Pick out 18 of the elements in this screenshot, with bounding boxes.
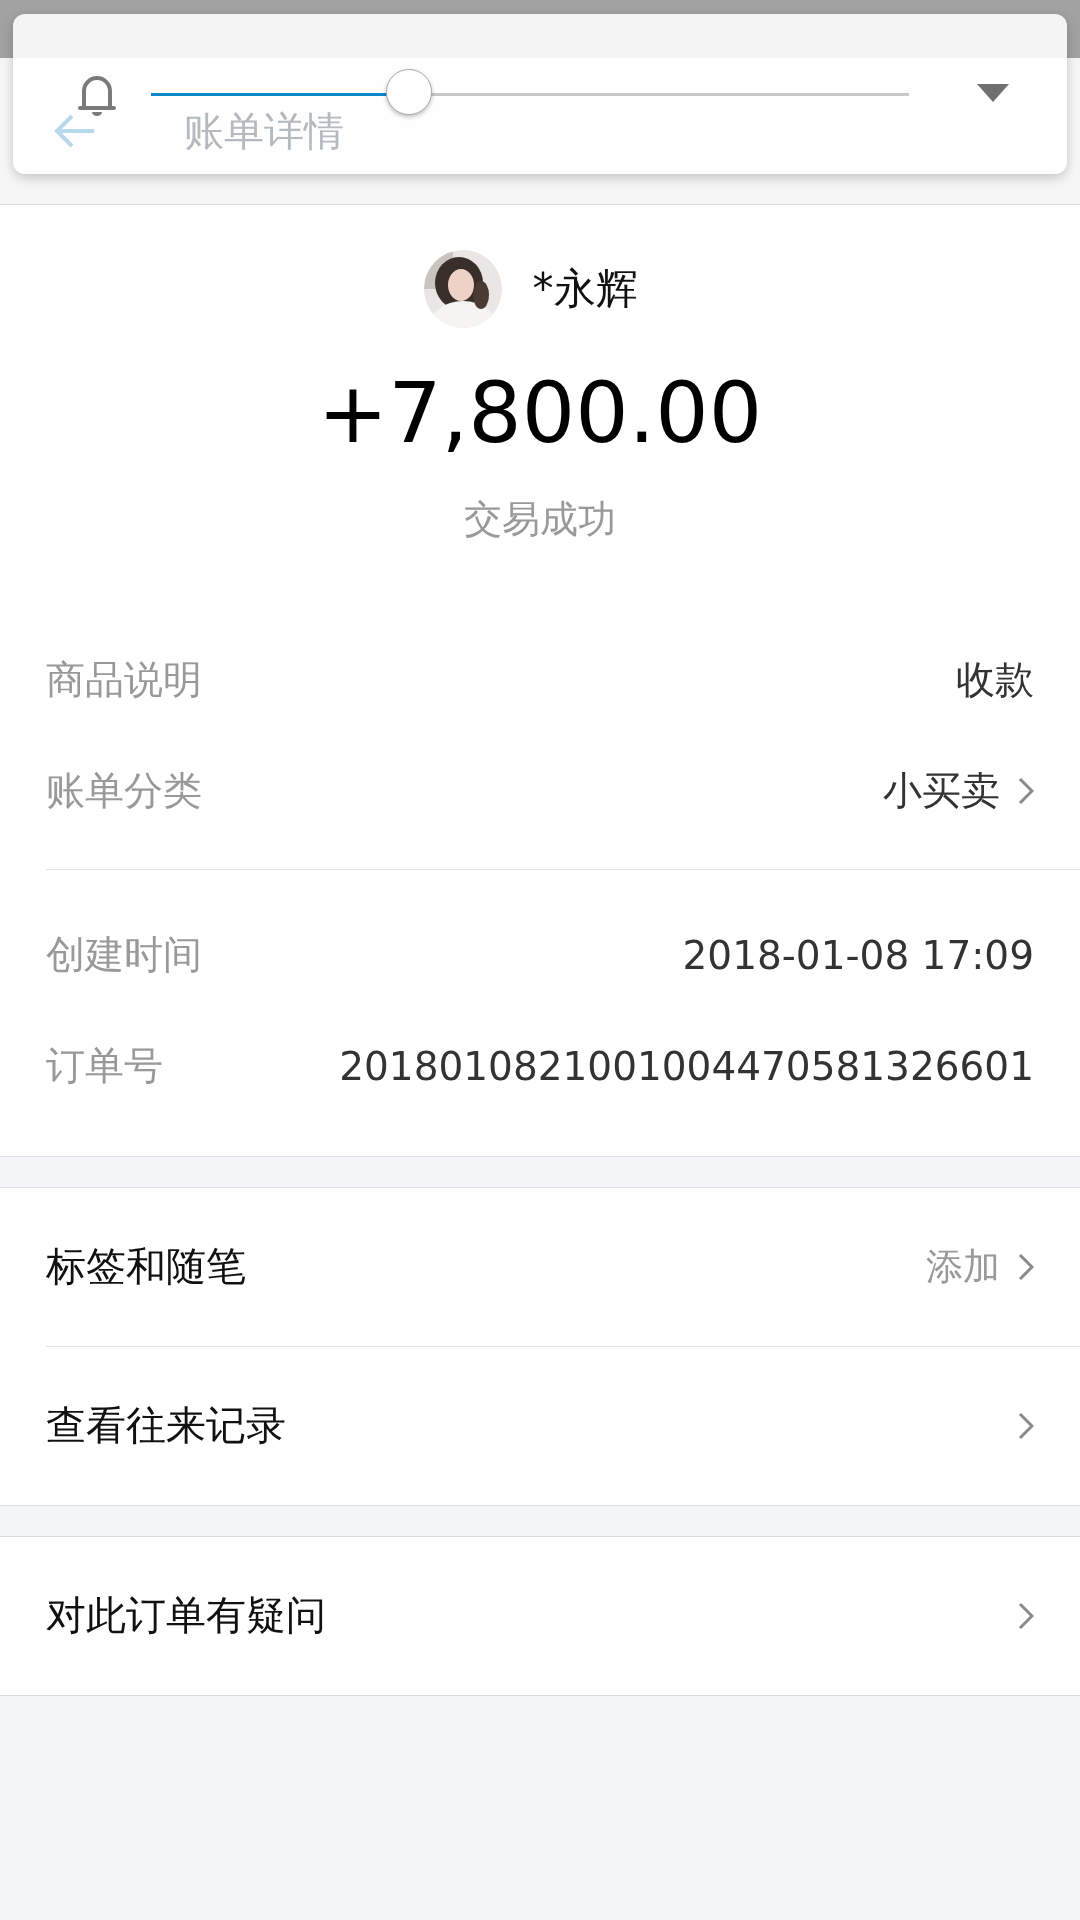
list-item-label: 对此订单有疑问 <box>46 1591 326 1641</box>
list-item-label: 标签和随笔 <box>46 1242 246 1292</box>
detail-value: 收款 <box>956 656 1034 705</box>
transaction-status: 交易成功 <box>463 495 617 543</box>
list-item-label: 查看往来记录 <box>46 1401 286 1451</box>
detail-value: 2018-01-08 17:09 <box>682 932 1034 978</box>
payee-name: *永辉 <box>532 263 638 315</box>
page-title: 账单详情 <box>184 106 344 156</box>
list-item-value: 添加 <box>926 1243 1000 1290</box>
detail-label: 创建时间 <box>46 931 202 980</box>
detail-label: 订单号 <box>46 1042 163 1091</box>
amount: +7,800.00 <box>316 363 764 464</box>
detail-label: 商品说明 <box>46 656 202 705</box>
list-item[interactable]: 查看往来记录 <box>46 1345 1080 1505</box>
detail-value[interactable]: 小买卖 <box>883 764 1000 819</box>
detail-label: 账单分类 <box>46 767 202 816</box>
detail-value: 2018010821001004470581326601 <box>339 1043 1034 1089</box>
list-item[interactable]: 标签和随笔 添加 <box>46 1187 1080 1346</box>
